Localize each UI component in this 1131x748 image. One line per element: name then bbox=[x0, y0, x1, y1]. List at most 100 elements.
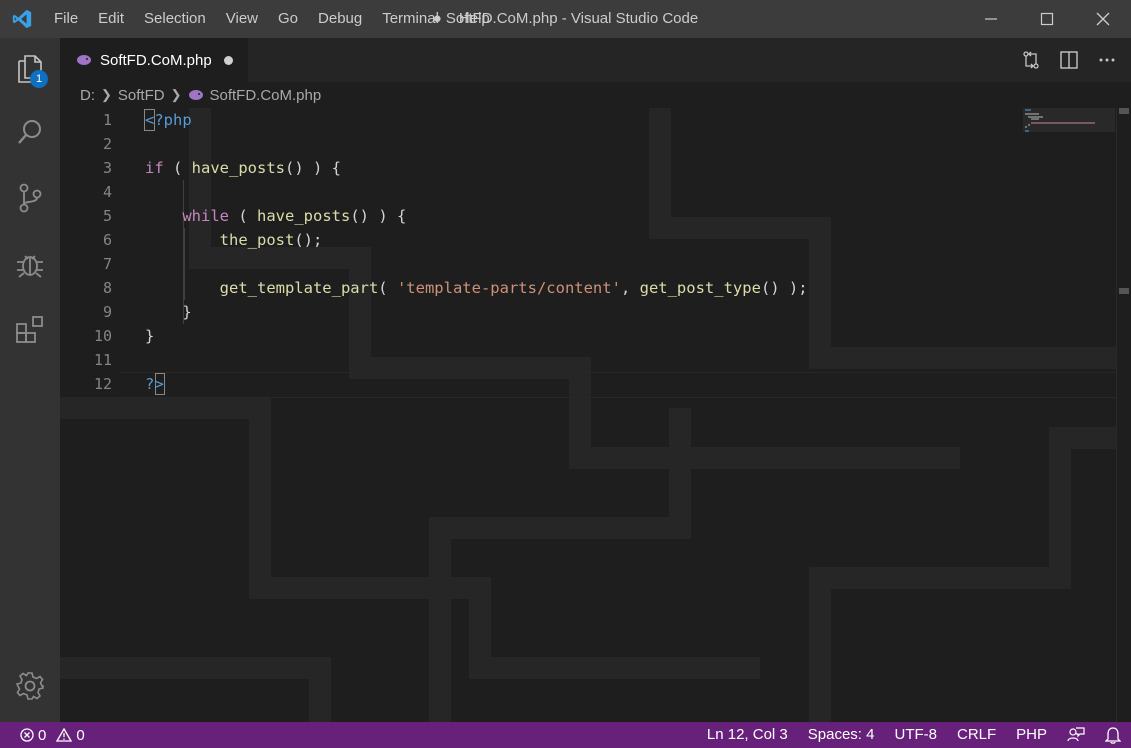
menu-help[interactable]: Help bbox=[449, 0, 500, 38]
code-line[interactable]: if ( have_posts() ) { bbox=[145, 156, 341, 180]
extensions-icon bbox=[16, 316, 43, 343]
activity-bar: 1 bbox=[0, 38, 60, 722]
maximize-icon bbox=[1040, 12, 1054, 26]
split-editor-icon[interactable] bbox=[1059, 50, 1079, 70]
code-token: get_template_part bbox=[219, 279, 379, 297]
chevron-right-icon: ❯ bbox=[170, 87, 182, 102]
scrollbar-marker bbox=[1119, 108, 1129, 114]
debug-icon bbox=[17, 255, 43, 278]
bell-icon bbox=[1105, 727, 1121, 744]
menu-debug[interactable]: Debug bbox=[308, 0, 372, 38]
code-token: ( bbox=[229, 207, 257, 225]
line-number: 3 bbox=[102, 159, 112, 177]
status-bar-right: Ln 12, Col 3 Spaces: 4 UTF-8 CRLF PHP bbox=[697, 722, 1131, 748]
source-control-icon bbox=[19, 183, 42, 213]
code-token: while bbox=[182, 207, 229, 225]
minimize-button[interactable] bbox=[963, 0, 1019, 38]
breadcrumb-drive[interactable]: D: bbox=[80, 87, 95, 104]
code-line[interactable]: the_post(); bbox=[145, 228, 323, 252]
line-number: 2 bbox=[102, 135, 112, 153]
code-token: if bbox=[145, 159, 164, 177]
menu-terminal[interactable]: Terminal bbox=[372, 0, 449, 38]
indentation[interactable]: Spaces: 4 bbox=[798, 722, 885, 748]
code-token: (); bbox=[294, 231, 323, 249]
code-line[interactable]: } bbox=[145, 300, 192, 324]
menu-go[interactable]: Go bbox=[268, 0, 308, 38]
php-elephant-icon bbox=[77, 55, 91, 65]
code-token: () ) { bbox=[285, 159, 341, 177]
unsaved-indicator[interactable] bbox=[223, 55, 233, 65]
cursor-position[interactable]: Ln 12, Col 3 bbox=[697, 722, 798, 748]
error-icon bbox=[20, 728, 34, 742]
line-number: 9 bbox=[102, 303, 112, 321]
code-token: ( bbox=[378, 279, 397, 297]
code-line[interactable]: get_template_part( 'template-parts/conte… bbox=[145, 276, 808, 300]
menu-edit[interactable]: Edit bbox=[88, 0, 134, 38]
code-line[interactable]: <?php bbox=[145, 108, 192, 132]
activity-source-control[interactable] bbox=[0, 170, 60, 226]
language-mode[interactable]: PHP bbox=[1006, 722, 1057, 748]
minimap[interactable] bbox=[1025, 108, 1115, 158]
activity-explorer[interactable]: 1 bbox=[0, 40, 60, 96]
notifications-button[interactable] bbox=[1095, 722, 1131, 748]
activity-extensions[interactable] bbox=[0, 302, 60, 358]
vscode-logo-icon bbox=[0, 0, 44, 38]
tab-label: SoftFD.CoM.php bbox=[100, 51, 212, 69]
encoding[interactable]: UTF-8 bbox=[884, 722, 947, 748]
activity-search[interactable] bbox=[0, 104, 60, 160]
activity-debug[interactable] bbox=[0, 236, 60, 292]
code-token: have_posts bbox=[257, 207, 351, 225]
end-of-line[interactable]: CRLF bbox=[947, 722, 1006, 748]
code-token: ( bbox=[163, 159, 192, 177]
open-changes-icon[interactable] bbox=[1021, 50, 1041, 70]
line-number: 6 bbox=[102, 231, 112, 249]
explorer-badge: 1 bbox=[30, 70, 48, 88]
code-token: get_post_type bbox=[639, 279, 761, 297]
code-line[interactable]: ?> bbox=[145, 372, 164, 396]
line-number: 12 bbox=[93, 375, 112, 393]
line-number: 11 bbox=[93, 351, 112, 369]
php-elephant-icon bbox=[188, 90, 203, 100]
line-number: 4 bbox=[102, 183, 112, 201]
minimize-icon bbox=[985, 18, 997, 20]
menu-file[interactable]: File bbox=[44, 0, 88, 38]
close-button[interactable] bbox=[1075, 0, 1131, 38]
line-number: 8 bbox=[102, 279, 112, 297]
code-token: ?> bbox=[145, 375, 164, 393]
maximize-button[interactable] bbox=[1019, 0, 1075, 38]
code-token: } bbox=[145, 303, 192, 321]
search-icon bbox=[18, 120, 41, 144]
code-token: () ); bbox=[760, 279, 808, 297]
current-line-highlight bbox=[120, 372, 1131, 398]
scrollbar-marker bbox=[1119, 288, 1129, 294]
line-number: 10 bbox=[93, 327, 112, 345]
chevron-right-icon: ❯ bbox=[101, 87, 112, 102]
more-actions-icon[interactable] bbox=[1097, 50, 1117, 70]
feedback-icon bbox=[1067, 727, 1085, 742]
error-count: 0 bbox=[38, 726, 47, 744]
menu-view[interactable]: View bbox=[216, 0, 268, 38]
code-line[interactable]: while ( have_posts() ) { bbox=[145, 204, 406, 228]
code-token: <?php bbox=[145, 111, 192, 129]
code-editor[interactable]: 1 2 3 4 5 6 7 8 9 10 11 12 <?php if ( have_posts() )… bbox=[60, 108, 1131, 722]
breadcrumb: D: ❯ SoftFD ❯ SoftFD.CoM.php bbox=[60, 82, 1131, 108]
breadcrumb-folder[interactable]: SoftFD bbox=[118, 87, 165, 104]
title-bar: File Edit Selection View Go Debug Terminal Help… bbox=[0, 0, 1131, 38]
tab-softfd-com-php[interactable]: SoftFD.CoM.php bbox=[60, 38, 248, 82]
code-token: () ) { bbox=[350, 207, 407, 225]
warning-icon bbox=[56, 728, 73, 742]
line-number: 7 bbox=[102, 255, 112, 273]
activity-manage[interactable] bbox=[0, 658, 60, 714]
feedback-button[interactable] bbox=[1057, 722, 1095, 748]
vertical-scrollbar[interactable] bbox=[1116, 108, 1131, 722]
breadcrumb-file[interactable]: SoftFD.CoM.php bbox=[210, 87, 322, 104]
problems-indicator[interactable]: 0 0 bbox=[0, 727, 85, 744]
close-icon bbox=[1096, 12, 1110, 26]
menu-selection[interactable]: Selection bbox=[134, 0, 216, 38]
code-token: } bbox=[145, 327, 155, 345]
code-token: , bbox=[620, 279, 640, 297]
code-line[interactable]: } bbox=[145, 324, 154, 348]
